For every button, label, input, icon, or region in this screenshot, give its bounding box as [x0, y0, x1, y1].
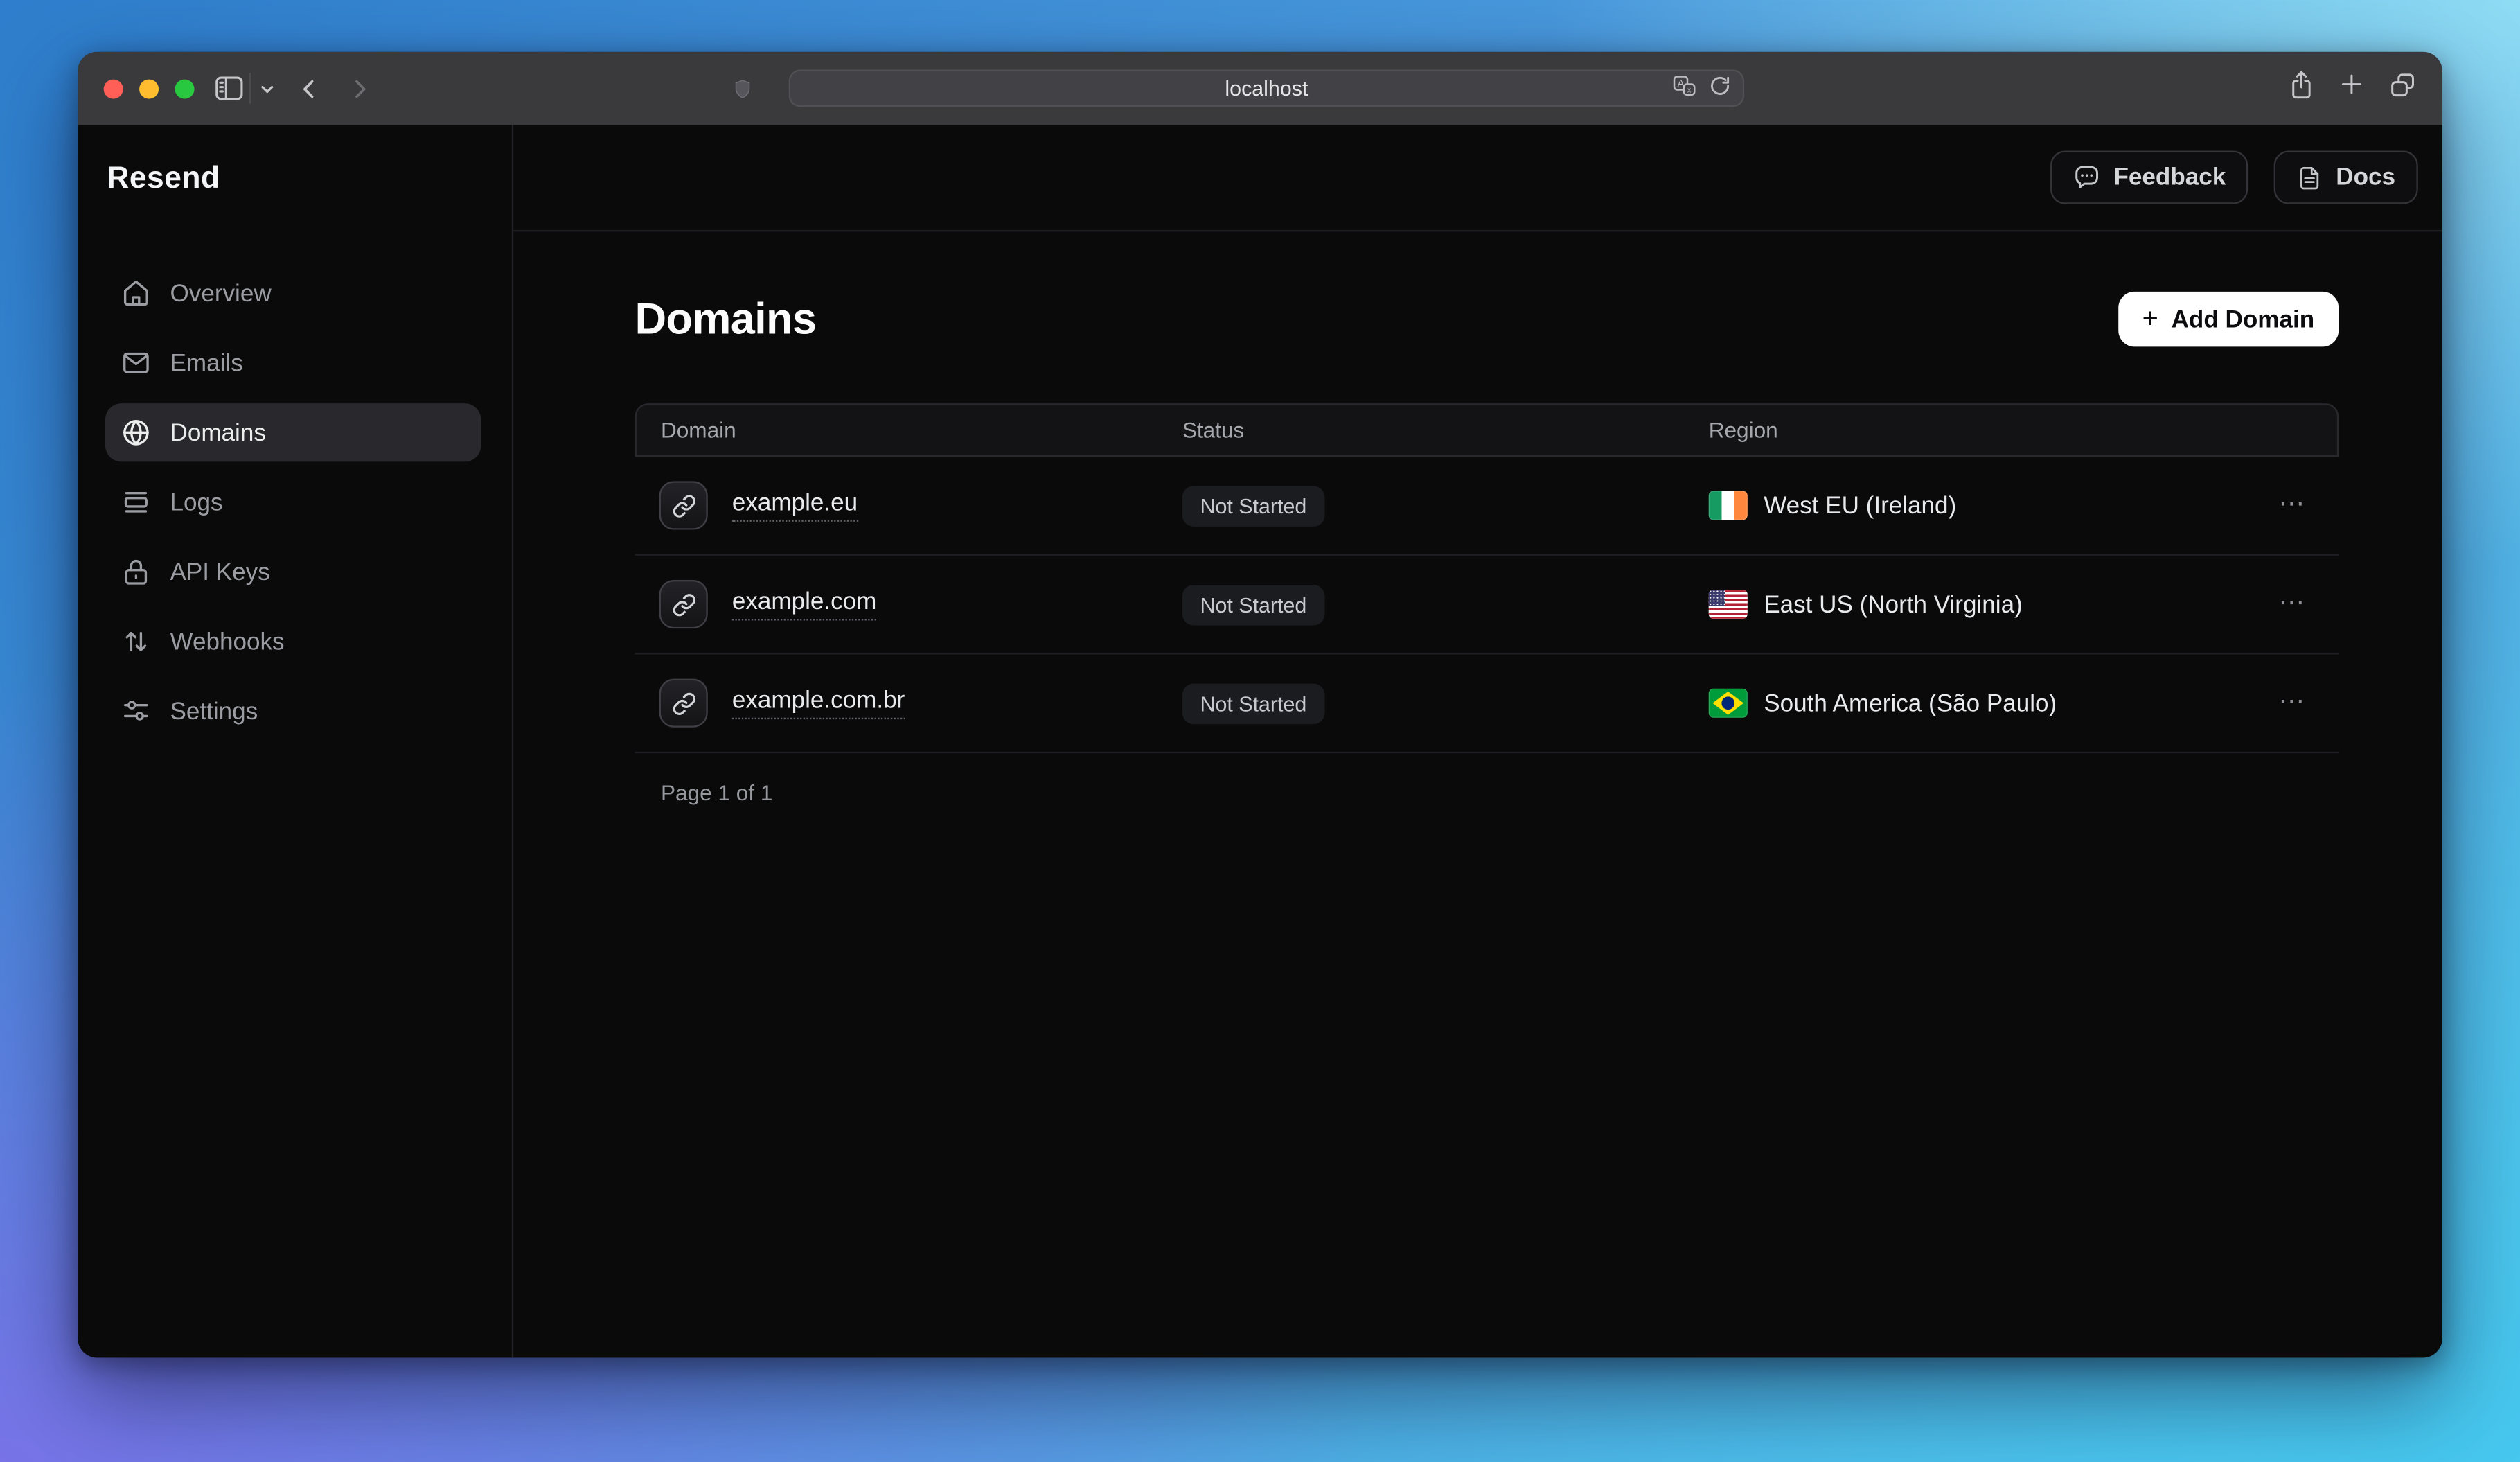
link-icon — [659, 580, 708, 628]
address-bar-icons: A x — [1671, 71, 1732, 105]
table-row: example.com.br Not Started South America… — [635, 655, 2339, 754]
content-topbar: Feedback Docs — [513, 125, 2442, 231]
region-cell: South America (São Paulo) ⋯ — [1709, 689, 2339, 718]
sidebar-item-label: Webhooks — [170, 628, 285, 655]
domain-link[interactable]: example.eu — [732, 489, 858, 522]
forward-icon[interactable] — [348, 52, 371, 125]
privacy-shield-icon — [732, 52, 753, 125]
sidebar-item-label: Settings — [170, 698, 258, 725]
add-domain-button[interactable]: + Add Domain — [2118, 292, 2339, 346]
region-label: East US (North Virginia) — [1764, 590, 2023, 618]
docs-button-label: Docs — [2336, 164, 2395, 191]
close-window-button[interactable] — [104, 78, 123, 98]
sidebar-item-label: Domains — [170, 419, 266, 446]
arrows-up-down-icon — [121, 627, 150, 656]
domain-cell: example.com — [635, 580, 1182, 628]
translate-icon[interactable]: A x — [1671, 73, 1697, 103]
sidebar-item-webhooks[interactable]: Webhooks — [105, 613, 481, 671]
table-header-row: Domain Status Region — [635, 403, 2339, 457]
row-more-button[interactable]: ⋯ — [2279, 690, 2307, 716]
sidebar-item-domains[interactable]: Domains — [105, 403, 481, 461]
toolbar-right-icons — [2289, 52, 2417, 125]
domains-page: Domains + Add Domain Domain Status Regio… — [513, 231, 2442, 805]
domains-table: Domain Status Region — [635, 403, 2339, 753]
chevron-down-icon[interactable] — [259, 52, 275, 125]
usa-flag-icon — [1709, 590, 1748, 619]
table-row: example.eu Not Started West EU (Ireland)… — [635, 457, 2339, 556]
row-more-button[interactable]: ⋯ — [2279, 591, 2307, 617]
region-cell: East US (North Virginia) ⋯ — [1709, 590, 2339, 619]
sidebar-item-emails[interactable]: Emails — [105, 334, 481, 392]
address-bar-url: localhost — [1225, 76, 1308, 100]
link-icon — [659, 481, 708, 529]
tab-overview-icon[interactable] — [2389, 71, 2417, 106]
sidebar-item-api-keys[interactable]: API Keys — [105, 543, 481, 601]
toolbar-separator — [249, 73, 251, 103]
new-tab-icon[interactable] — [2339, 71, 2364, 105]
document-icon — [2297, 164, 2323, 190]
add-domain-button-label: Add Domain — [2172, 306, 2315, 333]
globe-icon — [121, 418, 150, 447]
docs-button[interactable]: Docs — [2274, 150, 2417, 204]
fullscreen-window-button[interactable] — [175, 78, 195, 98]
back-icon[interactable] — [298, 52, 321, 125]
page-header: Domains + Add Domain — [635, 292, 2339, 346]
pagination-status: Page 1 of 1 — [635, 781, 2339, 805]
ireland-flag-icon — [1709, 491, 1748, 520]
sliders-icon — [121, 696, 150, 725]
sidebar-item-logs[interactable]: Logs — [105, 473, 481, 531]
address-bar[interactable]: localhost A x — [789, 70, 1744, 107]
status-badge: Not Started — [1182, 683, 1324, 723]
minimize-window-button[interactable] — [139, 78, 159, 98]
region-label: West EU (Ireland) — [1764, 492, 1956, 520]
link-icon — [659, 679, 708, 728]
status-cell: Not Started — [1182, 584, 1709, 624]
browser-window: localhost A x — [78, 52, 2442, 1358]
feedback-bubble-icon — [2073, 164, 2101, 191]
column-header-region: Region — [1709, 418, 2337, 442]
column-header-domain: Domain — [637, 418, 1182, 442]
domain-cell: example.eu — [635, 481, 1182, 529]
page-title: Domains — [635, 294, 817, 344]
feedback-button-label: Feedback — [2113, 164, 2226, 191]
domain-cell: example.com.br — [635, 679, 1182, 728]
logs-icon — [121, 488, 150, 517]
resend-app: Resend Overview — [78, 125, 2442, 1357]
domain-link[interactable]: example.com — [732, 588, 877, 621]
content-area: Feedback Docs — [513, 125, 2442, 1357]
region-label: South America (São Paulo) — [1764, 689, 2057, 717]
table-row: example.com Not Started East US (North V… — [635, 556, 2339, 655]
resend-logo: Resend — [78, 125, 512, 197]
sidebar-item-label: Overview — [170, 279, 272, 307]
reload-icon[interactable] — [1709, 75, 1732, 103]
brazil-flag-icon — [1709, 689, 1748, 718]
status-cell: Not Started — [1182, 485, 1709, 525]
sidebar-item-overview[interactable]: Overview — [105, 264, 481, 322]
status-cell: Not Started — [1182, 683, 1709, 723]
sidebar-toggle-icon[interactable] — [214, 52, 245, 125]
sidebar-item-label: Emails — [170, 349, 243, 377]
plus-icon: + — [2142, 305, 2158, 333]
region-cell: West EU (Ireland) ⋯ — [1709, 491, 2339, 520]
sidebar-item-label: Logs — [170, 488, 223, 516]
desktop: localhost A x — [0, 0, 2520, 1462]
sidebar: Resend Overview — [78, 125, 513, 1357]
mail-icon — [121, 349, 150, 378]
lock-icon — [121, 557, 150, 586]
svg-text:x: x — [1687, 85, 1692, 94]
browser-toolbar: localhost A x — [78, 52, 2442, 125]
window-controls — [104, 52, 195, 125]
row-more-button[interactable]: ⋯ — [2279, 493, 2307, 518]
domain-link[interactable]: example.com.br — [732, 687, 905, 719]
status-badge: Not Started — [1182, 485, 1324, 525]
home-icon — [121, 279, 150, 308]
column-header-status: Status — [1182, 418, 1709, 442]
feedback-button[interactable]: Feedback — [2050, 150, 2248, 204]
sidebar-nav: Overview Emails — [78, 264, 512, 752]
sidebar-item-label: API Keys — [170, 558, 270, 585]
status-badge: Not Started — [1182, 584, 1324, 624]
sidebar-item-settings[interactable]: Settings — [105, 682, 481, 740]
share-icon[interactable] — [2289, 69, 2314, 107]
